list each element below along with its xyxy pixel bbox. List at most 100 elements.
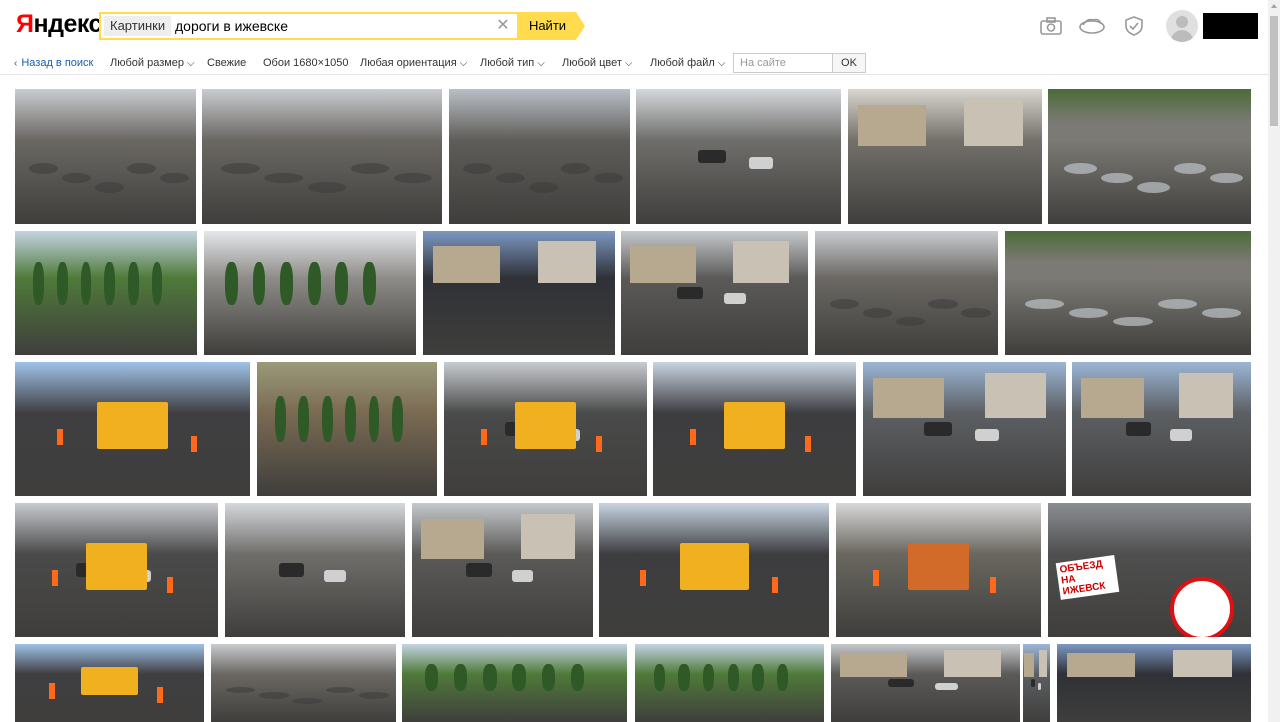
worker-shape bbox=[805, 435, 812, 452]
building-shape bbox=[984, 372, 1046, 419]
tree-shape bbox=[127, 262, 139, 306]
car-shape bbox=[887, 679, 915, 687]
filter-orientation[interactable]: Любая ориентация ⌵ bbox=[360, 52, 467, 74]
image-thumbnail[interactable] bbox=[815, 231, 998, 355]
filter-wallpaper[interactable]: Обои 1680×1050 bbox=[263, 52, 349, 74]
disk-icon[interactable] bbox=[1077, 13, 1107, 39]
tree-shape bbox=[453, 663, 468, 691]
logo-first-letter: Я bbox=[16, 10, 34, 38]
image-thumbnail[interactable] bbox=[15, 644, 204, 722]
image-thumbnail[interactable] bbox=[15, 231, 197, 355]
worker-shape bbox=[771, 576, 778, 593]
pothole-shape bbox=[829, 299, 859, 310]
tree-shape bbox=[512, 663, 526, 691]
image-thumbnail[interactable] bbox=[1048, 89, 1251, 224]
car-shape bbox=[279, 563, 305, 577]
building-shape bbox=[630, 245, 696, 284]
image-thumbnail[interactable] bbox=[412, 503, 593, 637]
tree-shape bbox=[307, 262, 321, 306]
tree-shape bbox=[752, 663, 764, 691]
clear-search-icon[interactable]: ✕ bbox=[495, 16, 511, 36]
chevron-left-icon: ‹ bbox=[14, 58, 18, 69]
image-thumbnail[interactable] bbox=[204, 231, 416, 355]
camera-icon[interactable] bbox=[1038, 13, 1064, 39]
car-shape bbox=[697, 149, 727, 164]
image-thumbnail[interactable] bbox=[836, 503, 1041, 637]
search-box[interactable]: Картинки дороги в ижевске ✕ bbox=[99, 12, 519, 40]
site-filter-input[interactable]: На сайте bbox=[733, 53, 832, 73]
image-thumbnail[interactable] bbox=[1005, 231, 1251, 355]
page-scrollbar[interactable] bbox=[1268, 0, 1280, 722]
image-thumbnail[interactable] bbox=[599, 503, 829, 637]
filter-color[interactable]: Любой цвет ⌵ bbox=[562, 52, 633, 74]
tree-shape bbox=[653, 663, 666, 691]
tree-shape bbox=[776, 663, 789, 691]
building-shape bbox=[1039, 650, 1048, 677]
image-thumbnail[interactable] bbox=[402, 644, 627, 722]
image-thumbnail[interactable]: ОБЪЕЗД НА ИЖЕВСК bbox=[1048, 503, 1251, 637]
filter-file[interactable]: Любой файл ⌵ bbox=[650, 52, 725, 74]
filter-fresh[interactable]: Свежие bbox=[207, 52, 246, 74]
thumbnail-road bbox=[1072, 412, 1251, 496]
redacted-username[interactable] bbox=[1203, 13, 1258, 39]
car-shape bbox=[511, 570, 534, 583]
scroll-up-arrow-icon[interactable] bbox=[1271, 4, 1277, 8]
image-thumbnail[interactable] bbox=[225, 503, 405, 637]
thumbnail-sky bbox=[202, 89, 442, 141]
worker-shape bbox=[989, 576, 996, 593]
pothole-shape bbox=[862, 307, 892, 318]
image-thumbnail[interactable] bbox=[848, 89, 1042, 224]
car-shape bbox=[974, 429, 999, 442]
worker-shape bbox=[51, 570, 58, 586]
scrollbar-thumb[interactable] bbox=[1270, 16, 1278, 126]
image-thumbnail[interactable] bbox=[15, 89, 196, 224]
image-thumbnail[interactable] bbox=[863, 362, 1066, 496]
image-thumbnail[interactable] bbox=[211, 644, 396, 722]
car-shape bbox=[934, 683, 958, 691]
pothole-shape bbox=[307, 182, 346, 193]
building-shape bbox=[733, 240, 790, 284]
building-shape bbox=[520, 513, 575, 560]
image-thumbnail[interactable] bbox=[636, 89, 841, 224]
user-avatar[interactable] bbox=[1166, 10, 1198, 42]
filter-size[interactable]: Любой размер ⌵ bbox=[110, 52, 195, 74]
yandex-logo[interactable]: Яндекс bbox=[16, 10, 102, 39]
image-thumbnail[interactable] bbox=[1023, 644, 1050, 722]
filter-type[interactable]: Любой тип ⌵ bbox=[480, 52, 545, 74]
image-thumbnail[interactable] bbox=[444, 362, 647, 496]
pothole-shape bbox=[961, 307, 991, 318]
tree-shape bbox=[151, 262, 163, 306]
image-thumbnail[interactable] bbox=[257, 362, 437, 496]
puddle-shape bbox=[1157, 299, 1197, 310]
image-thumbnail[interactable] bbox=[621, 231, 808, 355]
pothole-shape bbox=[359, 692, 389, 699]
worker-shape bbox=[57, 429, 64, 445]
search-service-chip[interactable]: Картинки bbox=[104, 16, 172, 36]
chevron-down-icon: ⌵ bbox=[459, 58, 468, 69]
image-thumbnail[interactable] bbox=[449, 89, 630, 224]
thumbnail-road bbox=[863, 412, 1066, 496]
image-thumbnail[interactable] bbox=[15, 362, 250, 496]
tree-shape bbox=[104, 262, 116, 306]
search-input[interactable]: дороги в ижевске bbox=[175, 16, 288, 36]
thumbnail-sky bbox=[815, 231, 998, 279]
worker-shape bbox=[480, 429, 487, 445]
thumbnail-sky bbox=[15, 89, 196, 141]
filter-orientation-label: Любая ориентация bbox=[360, 57, 457, 69]
search-button[interactable]: Найти bbox=[519, 12, 576, 40]
shield-icon[interactable] bbox=[1121, 13, 1147, 39]
image-thumbnail[interactable] bbox=[1072, 362, 1251, 496]
building-shape bbox=[538, 240, 596, 284]
image-thumbnail[interactable] bbox=[653, 362, 856, 496]
image-thumbnail[interactable] bbox=[423, 231, 615, 355]
image-thumbnail[interactable] bbox=[831, 644, 1020, 722]
back-to-search-link[interactable]: ‹ Назад в поиск bbox=[14, 52, 93, 74]
site-filter-ok-button[interactable]: OK bbox=[832, 53, 866, 73]
image-thumbnail[interactable] bbox=[1057, 644, 1251, 722]
image-thumbnail[interactable] bbox=[15, 503, 218, 637]
image-thumbnail[interactable] bbox=[635, 644, 824, 722]
building-shape bbox=[964, 99, 1023, 146]
image-thumbnail[interactable] bbox=[202, 89, 442, 224]
filter-type-label: Любой тип bbox=[480, 57, 535, 69]
worker-shape bbox=[640, 570, 647, 586]
